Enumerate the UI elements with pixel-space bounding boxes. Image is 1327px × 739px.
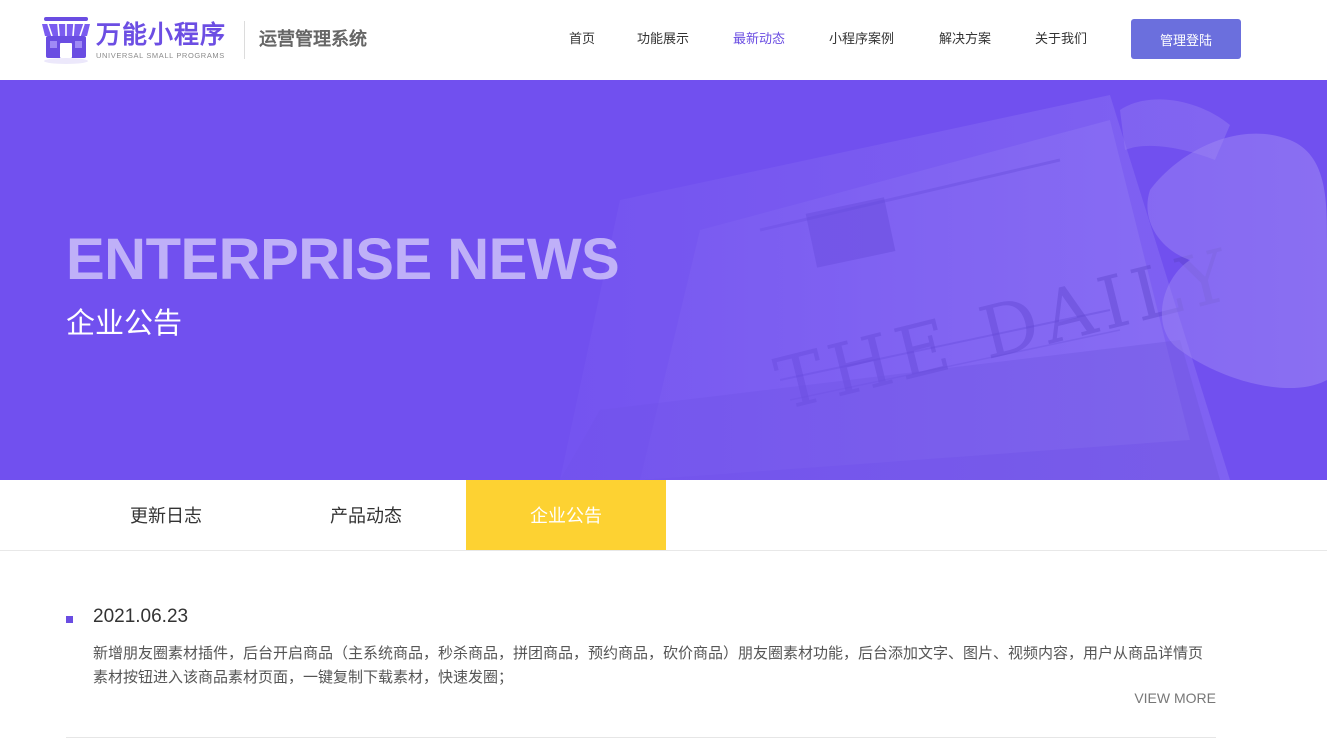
site-header: 万能小程序 UNIVERSAL SMALL PROGRAMS 运营管理系统 首页… — [0, 0, 1327, 80]
tab-product-news[interactable]: 产品动态 — [266, 480, 466, 550]
view-more-link[interactable]: VIEW MORE — [1134, 688, 1216, 708]
nav-item-latest-news[interactable]: 最新动态 — [733, 30, 785, 50]
brand-name-block: 万能小程序 UNIVERSAL SMALL PROGRAMS — [96, 19, 227, 60]
nav-item-home[interactable]: 首页 — [569, 30, 595, 50]
hero-banner: THE DAILY ENTERPRISE NEWS 企业公告 — [0, 80, 1327, 480]
news-category-tabs: 更新日志 产品动态 企业公告 — [0, 480, 1327, 551]
banner-title-en: ENTERPRISE NEWS — [66, 227, 620, 292]
brand-logo[interactable]: 万能小程序 UNIVERSAL SMALL PROGRAMS — [40, 15, 226, 65]
brand-name-en: UNIVERSAL SMALL PROGRAMS — [96, 50, 225, 60]
news-description: 新增朋友圈素材插件，后台开启商品（主系统商品，秒杀商品，拼团商品，预约商品，砍价… — [93, 644, 1204, 686]
brand-name-cn: 万能小程序 — [96, 19, 227, 49]
nav-item-features[interactable]: 功能展示 — [637, 30, 689, 50]
tab-enterprise-announcement[interactable]: 企业公告 — [466, 480, 666, 550]
nav-item-about-us[interactable]: 关于我们 — [1035, 30, 1087, 50]
shop-storefront-icon — [40, 15, 92, 65]
admin-login-button[interactable]: 管理登陆 — [1131, 19, 1241, 59]
system-title: 运营管理系统 — [259, 29, 367, 50]
news-date: 2021.06.23 — [93, 606, 189, 627]
banner-title-cn: 企业公告 — [66, 306, 183, 340]
nav-item-mini-program-cases[interactable]: 小程序案例 — [829, 30, 894, 50]
header-divider — [244, 21, 245, 59]
nav-item-solutions[interactable]: 解决方案 — [939, 30, 991, 50]
list-item: 2021.06.23 新增朋友圈素材插件，后台开启商品（主系统商品，秒杀商品，拼… — [66, 600, 1216, 738]
tab-update-log[interactable]: 更新日志 — [66, 480, 266, 550]
bullet-square-icon — [66, 616, 73, 623]
